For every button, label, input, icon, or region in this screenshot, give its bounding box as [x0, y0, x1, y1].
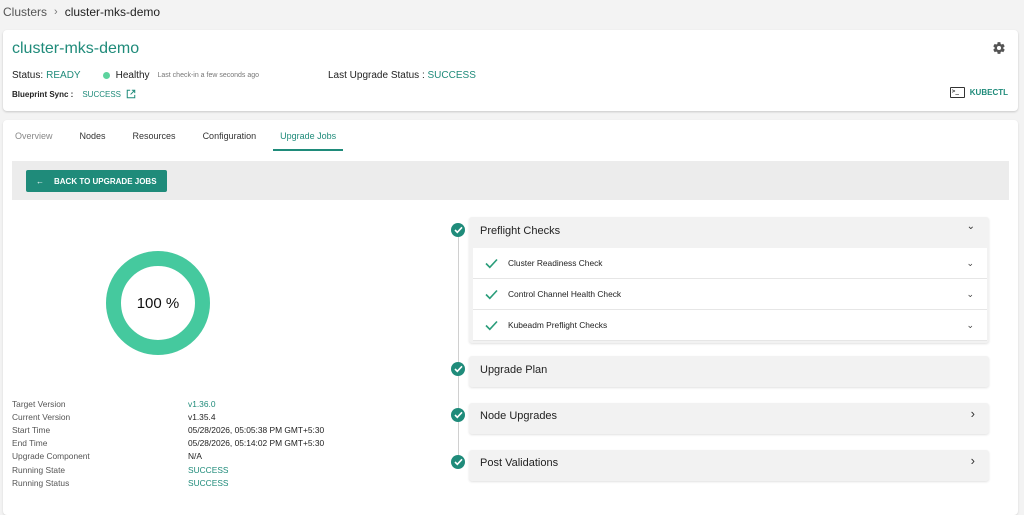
step-title: Preflight Checks: [480, 225, 561, 237]
detail-label: Start Time: [12, 424, 51, 435]
detail-row: Current Version v1.35.4: [12, 410, 324, 423]
check-label: Control Channel Health Check: [508, 289, 622, 299]
detail-label: Current Version: [12, 411, 71, 422]
chevron-down-icon[interactable]: ⌄: [967, 221, 975, 232]
check-label: Cluster Readiness Check: [508, 258, 603, 268]
blueprint-sync-value: SUCCESS: [82, 89, 122, 99]
tab-upgrade-jobs[interactable]: Upgrade Jobs: [273, 131, 344, 151]
last-check-text: Last check-in a few seconds ago: [157, 72, 260, 79]
detail-row: Upgrade Component N/A: [12, 450, 324, 463]
timeline-connector: [458, 236, 459, 464]
arrow-left-icon: ←: [36, 176, 44, 186]
detail-value: 05/28/2026, 05:14:02 PM GMT+5:30: [188, 438, 325, 449]
upgrade-details: Target Version v1.36.0 Current Version v…: [12, 397, 324, 489]
step-title: Upgrade Plan: [480, 364, 548, 376]
tab-configuration[interactable]: Configuration: [200, 131, 260, 151]
step-title: Node Upgrades: [480, 410, 558, 422]
tab-overview[interactable]: Overview: [12, 131, 56, 151]
step-upgrade-plan[interactable]: Upgrade Plan: [469, 356, 989, 387]
check-icon: [485, 258, 498, 268]
terminal-icon: >_: [949, 87, 965, 98]
detail-row: End Time 05/28/2026, 05:14:02 PM GMT+5:3…: [12, 437, 324, 450]
detail-row: Running State SUCCESS: [12, 463, 324, 476]
chevron-down-icon[interactable]: ⌄: [966, 289, 974, 300]
detail-value: v1.35.4: [188, 411, 216, 422]
check-icon: [485, 320, 498, 330]
gear-icon[interactable]: [992, 41, 1006, 55]
breadcrumb-clusters-link[interactable]: Clusters: [3, 5, 47, 19]
health-label: Healthy: [115, 70, 150, 81]
detail-value: SUCCESS: [188, 464, 229, 475]
detail-value: v1.36.0: [188, 398, 216, 409]
back-to-upgrade-jobs-button[interactable]: ← BACK TO UPGRADE JOBS: [26, 170, 167, 192]
chevron-down-icon[interactable]: ⌄: [966, 320, 974, 331]
detail-row: Target Version v1.36.0: [12, 397, 324, 410]
detail-label: End Time: [12, 438, 48, 449]
detail-value: 05/28/2026, 05:05:38 PM GMT+5:30: [188, 424, 325, 435]
breadcrumb: Clusters › cluster-mks-demo: [3, 5, 160, 19]
check-circle-icon: [451, 223, 465, 237]
tab-bar: Overview Nodes Resources Configuration U…: [12, 131, 364, 151]
page-title: cluster-mks-demo: [12, 40, 140, 57]
blueprint-sync-row: Blueprint Sync : SUCCESS: [12, 89, 136, 99]
check-item[interactable]: Kubeadm Preflight Checks ⌄: [473, 310, 987, 341]
upgrade-job-card: Overview Nodes Resources Configuration U…: [3, 120, 1018, 515]
step-preflight-checks: Preflight Checks ⌄ Cluster Readiness Che…: [469, 217, 989, 343]
cluster-header-card: cluster-mks-demo Status: READY Healthy L…: [3, 30, 1018, 111]
check-label: Kubeadm Preflight Checks: [508, 320, 608, 330]
detail-row: Start Time 05/28/2026, 05:05:38 PM GMT+5…: [12, 423, 324, 436]
check-item[interactable]: Control Channel Health Check ⌄: [473, 279, 987, 310]
chevron-down-icon[interactable]: ⌄: [966, 258, 974, 269]
check-circle-icon: [451, 408, 465, 422]
external-link-icon[interactable]: [126, 89, 136, 99]
breadcrumb-current: cluster-mks-demo: [64, 5, 161, 19]
breadcrumb-separator: ›: [54, 6, 58, 18]
check-icon: [485, 289, 498, 299]
status-value: READY: [46, 70, 81, 81]
detail-value: N/A: [188, 451, 202, 462]
upgrade-status-label: Last Upgrade Status :: [328, 70, 425, 81]
detail-label: Running State: [12, 464, 66, 475]
step-node-upgrades[interactable]: Node Upgrades ›: [469, 403, 989, 434]
cluster-status-row: Status: READY Healthy Last check-in a fe…: [12, 70, 259, 81]
check-circle-icon: [451, 455, 465, 469]
tab-nodes[interactable]: Nodes: [77, 131, 109, 151]
check-item[interactable]: Cluster Readiness Check ⌄: [473, 248, 987, 279]
blueprint-sync-label: Blueprint Sync :: [12, 89, 74, 99]
chevron-right-icon[interactable]: ›: [971, 453, 975, 468]
detail-row: Running Status SUCCESS: [12, 476, 324, 489]
step-title: Post Validations: [480, 457, 559, 469]
step-post-validations[interactable]: Post Validations ›: [469, 450, 989, 481]
detail-label: Running Status: [12, 477, 70, 488]
back-button-label: BACK TO UPGRADE JOBS: [54, 176, 157, 186]
health-dot-icon: [102, 72, 110, 79]
upgrade-status-value: SUCCESS: [427, 70, 476, 81]
detail-label: Target Version: [12, 398, 66, 409]
detail-value: SUCCESS: [188, 477, 229, 488]
kubectl-label: KUBECTL: [969, 88, 1008, 97]
progress-percent: 100 %: [136, 294, 180, 312]
detail-label: Upgrade Component: [12, 451, 90, 462]
status-label: Status:: [12, 70, 44, 81]
tab-resources[interactable]: Resources: [130, 131, 179, 151]
kubectl-button[interactable]: >_ KUBECTL: [949, 87, 1008, 98]
chevron-right-icon[interactable]: ›: [971, 406, 975, 421]
check-circle-icon: [451, 362, 465, 376]
last-upgrade-status: Last Upgrade Status : SUCCESS: [328, 70, 476, 81]
upgrade-toolbar: ← BACK TO UPGRADE JOBS: [12, 161, 1009, 200]
